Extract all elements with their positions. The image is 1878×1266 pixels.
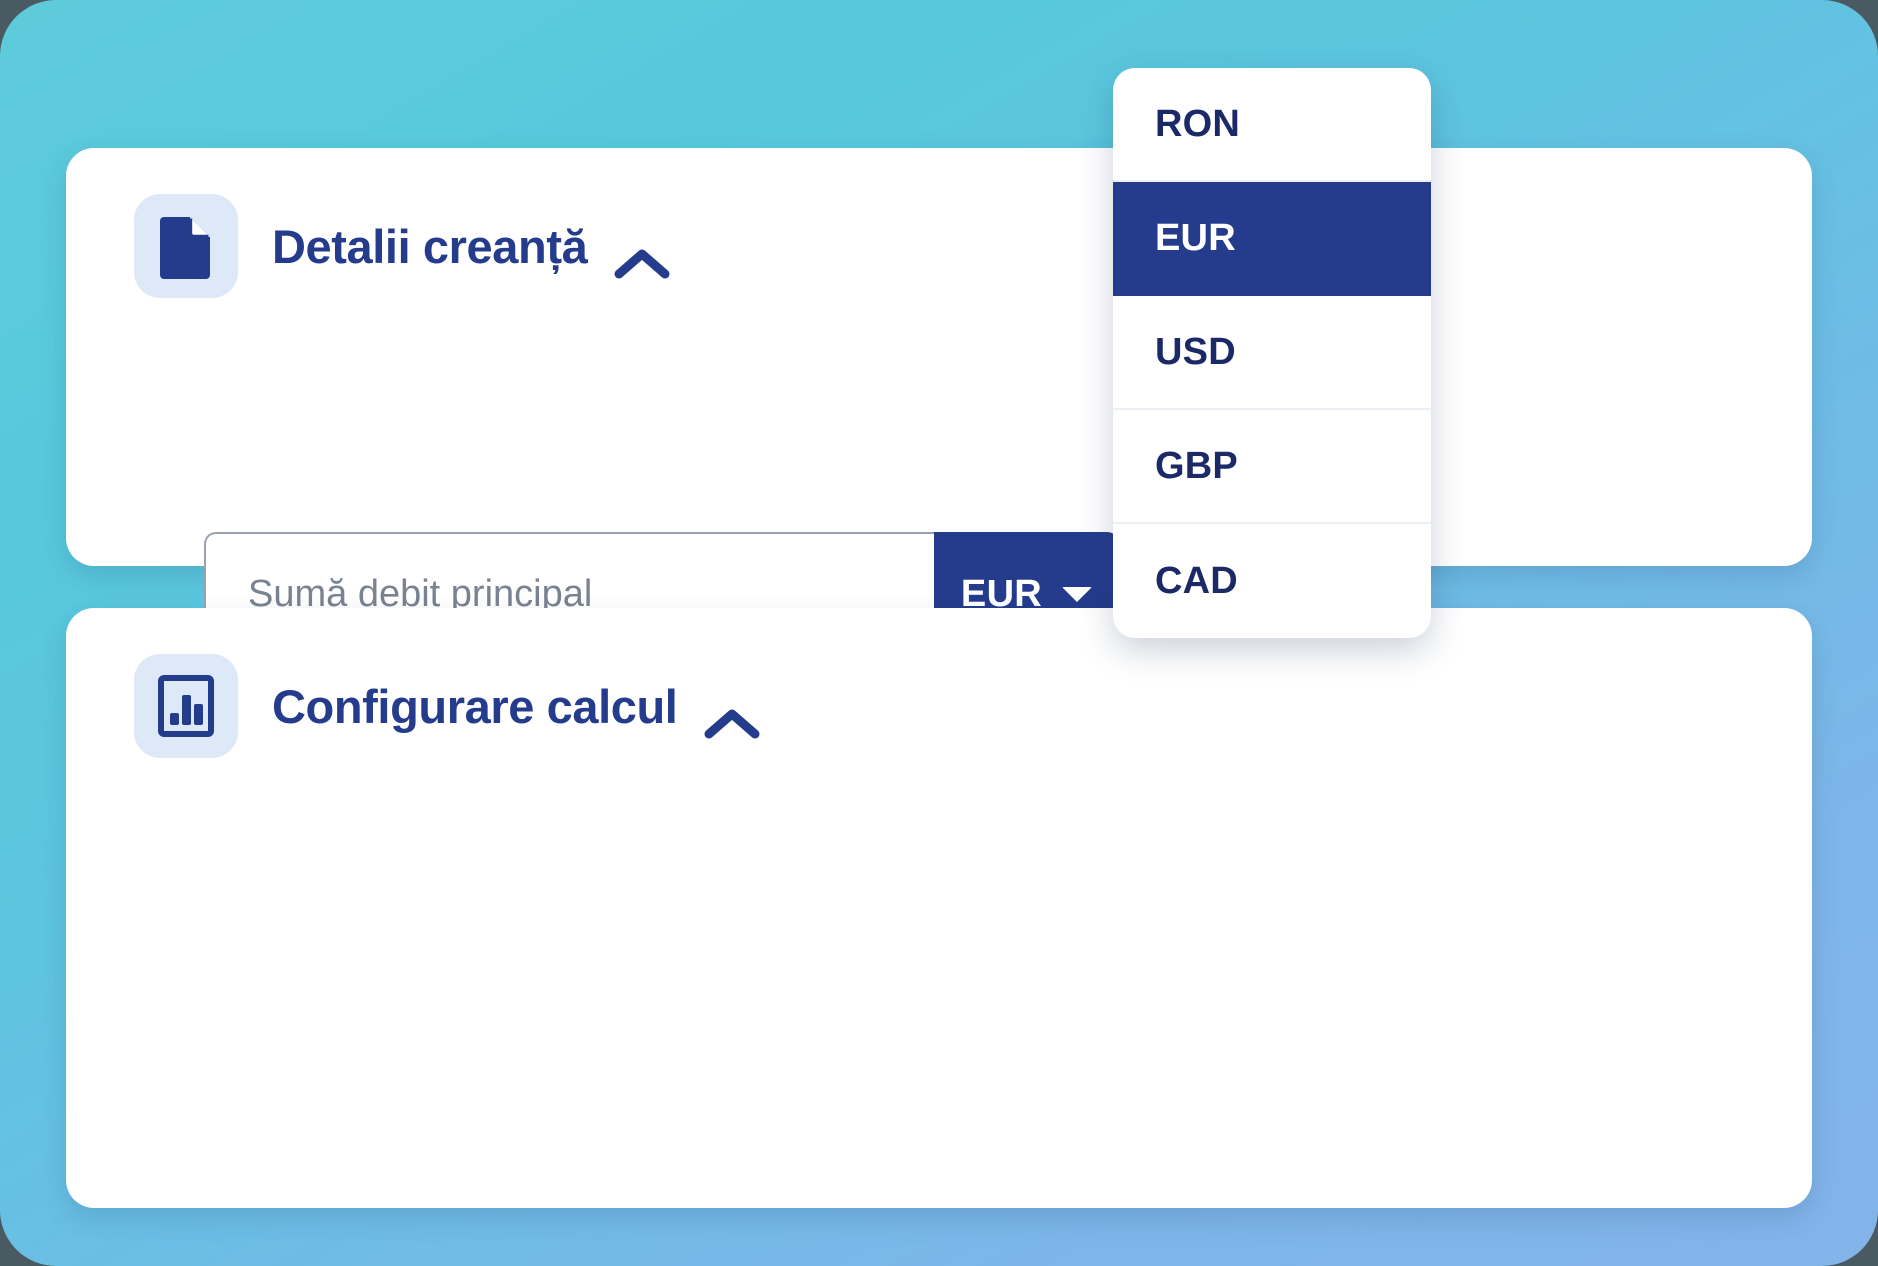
bar-chart-icon [134,654,238,758]
page-title-configurare: Configurare calcul [272,679,677,734]
page-title-creanta: Detalii creanță [272,219,587,274]
config-card-header[interactable]: Configurare calcul [134,654,703,758]
dropdown-item-usd[interactable]: USD [1113,296,1431,410]
card-detalii-creanta: Detalii creanță EUR [66,148,1812,566]
dropdown-item-ron[interactable]: RON [1113,68,1431,182]
caret-down-icon [1062,587,1092,602]
currency-dropdown-menu: RON EUR USD GBP CAD [1113,68,1431,638]
document-icon [134,194,238,298]
dropdown-item-eur[interactable]: EUR [1113,182,1431,296]
dropdown-item-gbp[interactable]: GBP [1113,410,1431,524]
dropdown-item-cad[interactable]: CAD [1113,524,1431,638]
card-configurare-calcul: Configurare calcul Calcul echivalent în … [66,608,1812,1208]
creanta-card-header[interactable]: Detalii creanță [134,194,613,298]
config-title-wrap: Configurare calcul [272,679,703,734]
creanta-title-wrap: Detalii creanță [272,219,613,274]
app-root: Detalii creanță EUR [0,0,1878,1266]
